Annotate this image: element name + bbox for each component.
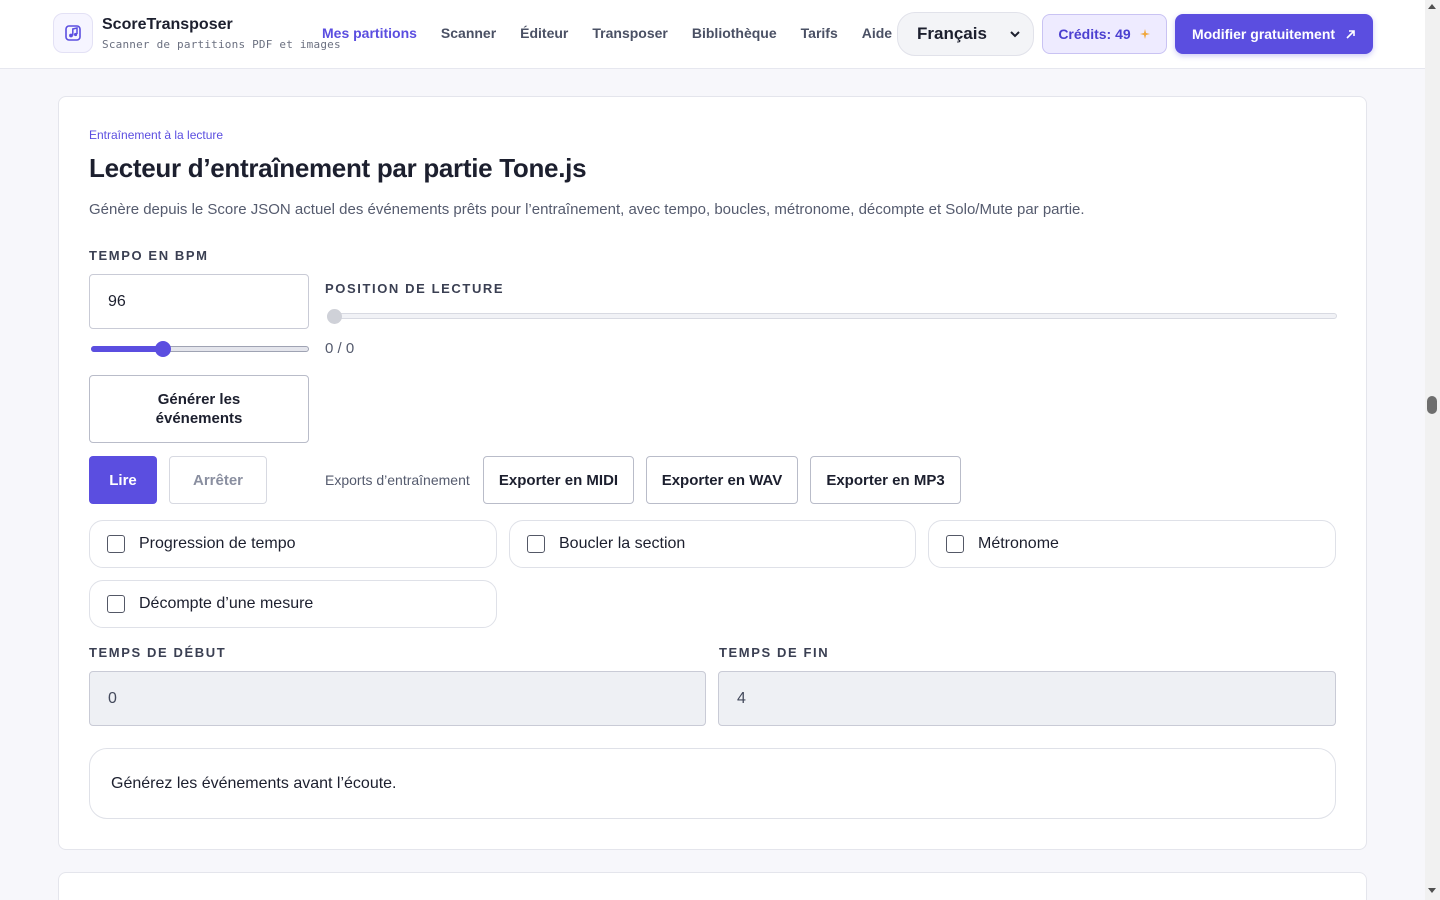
loop-section-checkbox[interactable]: [527, 535, 545, 553]
tempo-slider-fill: [91, 346, 163, 352]
nav-tarifs[interactable]: Tarifs: [801, 25, 838, 41]
option-label: Métronome: [978, 535, 1059, 552]
export-midi-button[interactable]: Exporter en MIDI: [483, 456, 634, 504]
page-scrollbar[interactable]: [1425, 0, 1440, 900]
option-tempo-progression[interactable]: Progression de tempo: [89, 520, 497, 568]
option-label: Progression de tempo: [139, 535, 296, 552]
nav-bibliotheque[interactable]: Bibliothèque: [692, 25, 777, 41]
count-in-checkbox[interactable]: [107, 595, 125, 613]
exports-label: Exports d’entraînement: [325, 472, 470, 488]
option-loop-section[interactable]: Boucler la section: [509, 520, 916, 568]
tempo-progression-checkbox[interactable]: [107, 535, 125, 553]
option-label: Boucler la section: [559, 535, 686, 552]
position-slider-track: [327, 313, 1337, 319]
credits-button[interactable]: Crédits: 49: [1042, 14, 1167, 54]
tempo-label: TEMPO EN BPM: [89, 248, 209, 263]
scroll-up-arrow-icon[interactable]: [1428, 4, 1436, 9]
end-time-label: TEMPS DE FIN: [719, 645, 830, 660]
option-count-in[interactable]: Décompte d’une mesure: [89, 580, 497, 628]
generate-events-button[interactable]: Générer les événements: [89, 375, 309, 443]
start-time-input[interactable]: 0: [89, 671, 706, 726]
start-time-label: TEMPS DE DÉBUT: [89, 645, 227, 660]
page-description: Génère depuis le Score JSON actuel des é…: [89, 201, 1085, 218]
nav-mes-partitions[interactable]: Mes partitions: [322, 25, 417, 41]
export-mp3-button[interactable]: Exporter en MP3: [810, 456, 961, 504]
nav-editeur[interactable]: Éditeur: [520, 25, 568, 41]
option-label: Décompte d’une mesure: [139, 595, 314, 612]
metronome-checkbox[interactable]: [946, 535, 964, 553]
app-logo-icon[interactable]: [53, 13, 93, 53]
position-slider-knob[interactable]: [327, 309, 342, 324]
stop-button[interactable]: Arrêter: [169, 456, 267, 504]
credits-label: Crédits: 49: [1058, 26, 1131, 42]
status-message-box: Générez les événements avant l’écoute.: [89, 748, 1336, 819]
tempo-slider-knob[interactable]: [155, 341, 171, 357]
next-section-card: [58, 872, 1367, 900]
sparkle-icon: [1139, 29, 1150, 39]
position-label: POSITION DE LECTURE: [325, 281, 505, 296]
modify-free-button[interactable]: Modifier gratuitement: [1175, 14, 1373, 54]
language-value: Français: [917, 24, 987, 43]
nav-scanner[interactable]: Scanner: [441, 25, 496, 41]
brand-name[interactable]: ScoreTransposer: [102, 16, 233, 34]
page-title: Lecteur d’entraînement par partie Tone.j…: [89, 153, 587, 183]
play-button[interactable]: Lire: [89, 456, 157, 504]
tempo-input[interactable]: 96: [89, 274, 309, 329]
chevron-down-icon: [1010, 31, 1020, 38]
cta-label: Modifier gratuitement: [1191, 26, 1336, 42]
main-nav: Mes partitions Scanner Éditeur Transpose…: [322, 25, 916, 41]
brand-subtitle: Scanner de partitions PDF et images: [102, 38, 341, 51]
nav-transposer[interactable]: Transposer: [592, 25, 667, 41]
arrow-up-right-icon: [1346, 29, 1355, 39]
section-eyebrow: Entraînement à la lecture: [89, 128, 224, 142]
export-wav-button[interactable]: Exporter en WAV: [646, 456, 798, 504]
status-message: Générez les événements avant l’écoute.: [111, 774, 397, 792]
nav-aide[interactable]: Aide: [862, 25, 892, 41]
generate-events-label: Générer les événements: [155, 391, 243, 427]
position-readout: 0 / 0: [325, 340, 355, 357]
option-metronome[interactable]: Métronome: [928, 520, 1336, 568]
language-select[interactable]: Français: [897, 12, 1034, 56]
scrollbar-thumb[interactable]: [1427, 396, 1437, 414]
scroll-down-arrow-icon[interactable]: [1428, 888, 1436, 893]
end-time-input[interactable]: 4: [718, 671, 1336, 726]
